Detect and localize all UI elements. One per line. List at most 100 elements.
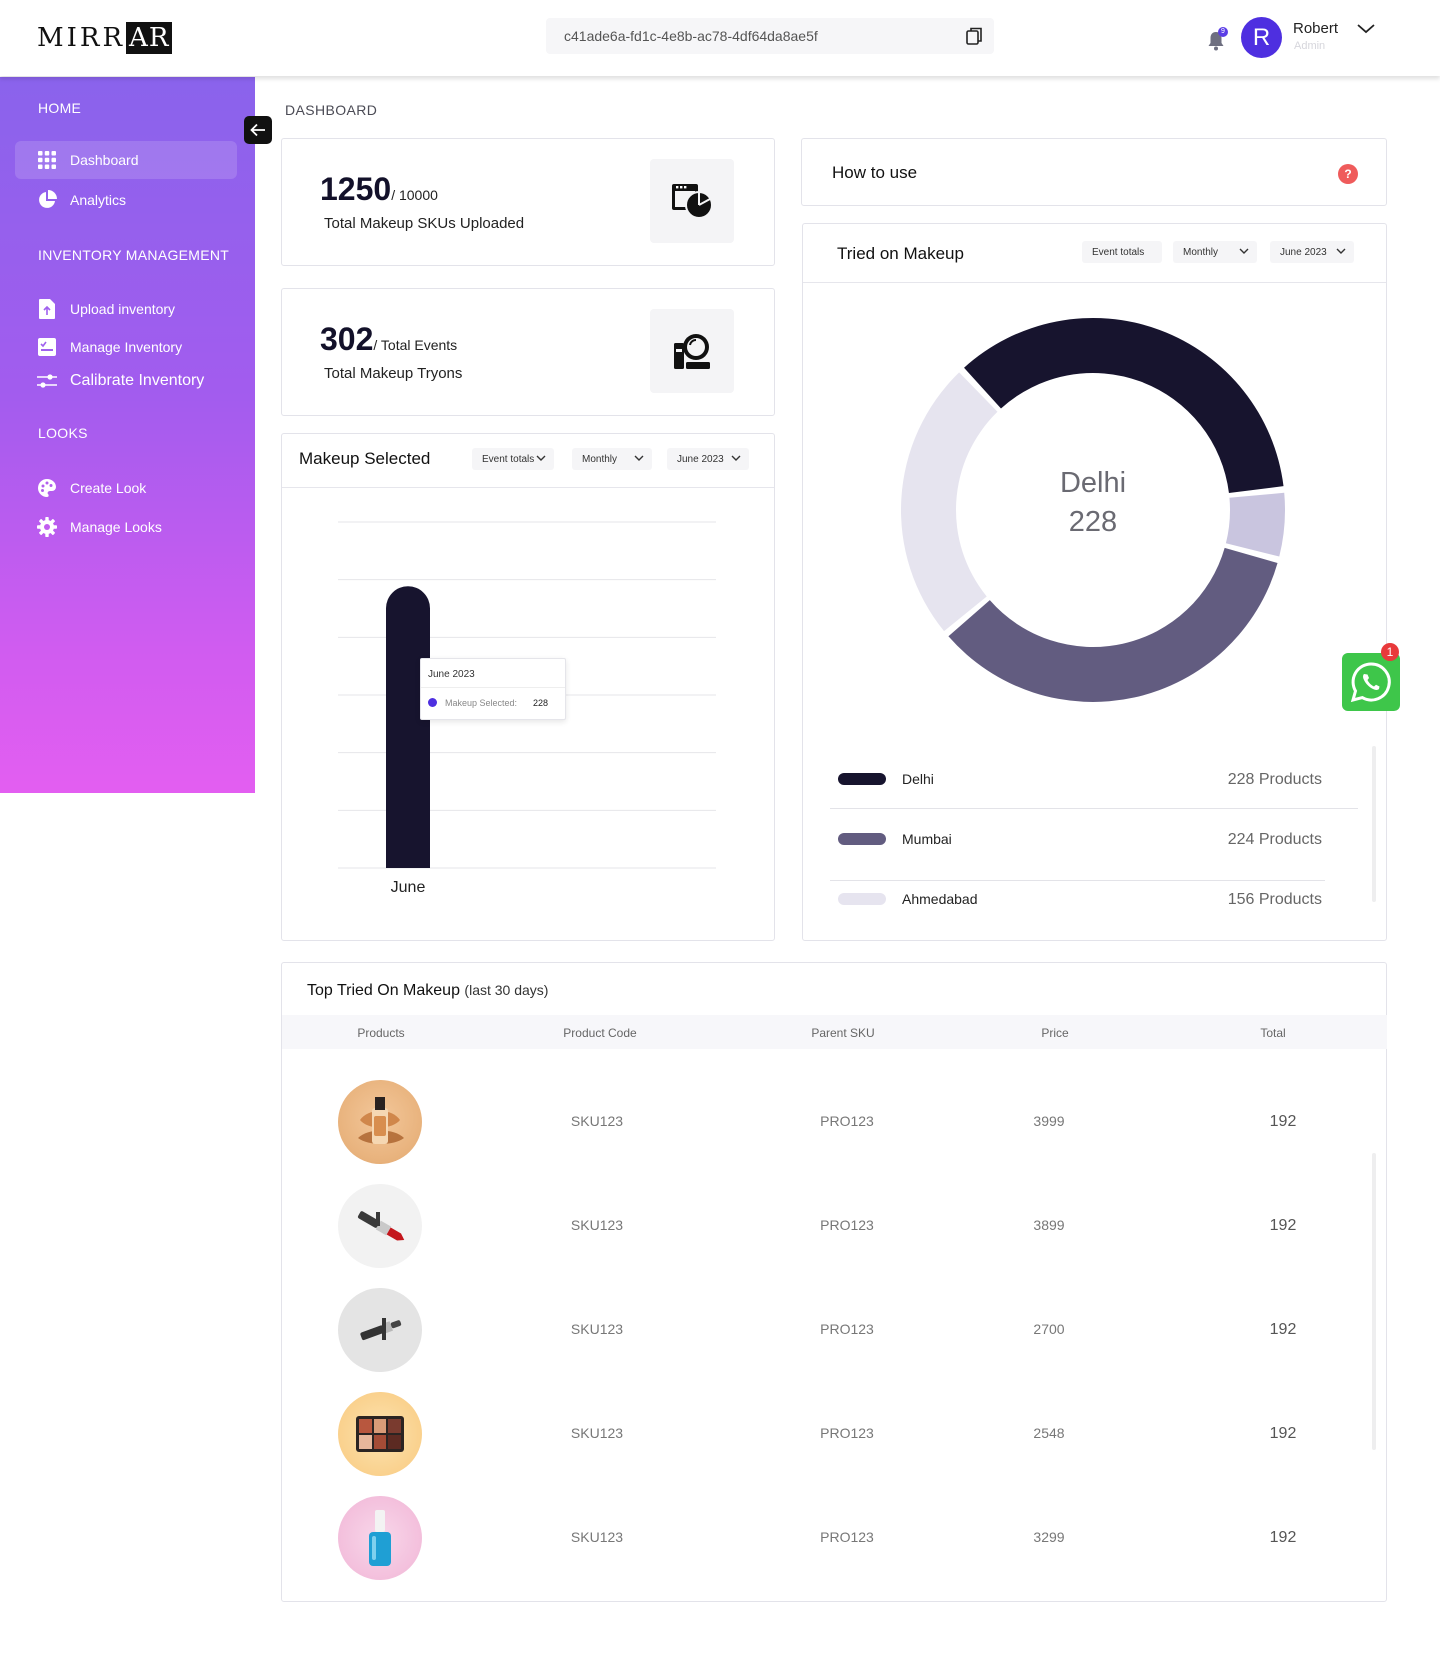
sidebar-item-analytics[interactable]: Analytics <box>15 181 237 219</box>
notification-badge: 9 <box>1218 27 1228 37</box>
sidebar-item-dashboard[interactable]: Dashboard <box>15 141 237 179</box>
sidebar: HOME Dashboard Analytics INVENTORY MANAG… <box>0 77 255 793</box>
sidebar-item-upload-inventory[interactable]: Upload inventory <box>15 290 237 328</box>
legend-scrollbar[interactable] <box>1372 746 1376 902</box>
table-row[interactable]: SKU123 PRO123 3999 192 <box>282 1070 1387 1174</box>
sidebar-item-manage-inventory[interactable]: Manage Inventory <box>15 328 237 366</box>
table-row[interactable]: SKU123 PRO123 2548 192 <box>282 1382 1387 1486</box>
legend-item: Mumbai 224 Products <box>830 821 1360 861</box>
price: 3299 <box>1033 1529 1065 1545</box>
donut-center-value: 228 <box>1068 506 1118 538</box>
table-header: Products Product Code Parent SKU Price T… <box>282 1015 1387 1049</box>
whatsapp-button[interactable] <box>1342 653 1400 711</box>
legend-value: 224 Products <box>1227 831 1322 848</box>
chevron-down-icon <box>1336 248 1346 254</box>
month-dropdown[interactable]: June 2023 <box>667 448 749 470</box>
sidebar-item-label: Calibrate Inventory <box>70 372 205 389</box>
sidebar-item-create-look[interactable]: Create Look <box>15 469 237 507</box>
chart-tooltip: June 2023 Makeup Selected: 228 <box>420 658 566 720</box>
column-header-products[interactable]: Products <box>357 1026 404 1040</box>
makeup-selected-card: Makeup Selected Event totals Monthly Jun… <box>281 433 775 941</box>
chevron-down-icon <box>536 455 546 461</box>
divider <box>803 282 1386 283</box>
session-id-field: c41ade6a-fd1c-4e8b-ac78-4df64da8ae5f <box>546 18 994 54</box>
legend-value: 228 Products <box>1227 771 1322 788</box>
table-row[interactable]: SKU123 PRO123 3899 192 <box>282 1174 1387 1278</box>
column-header-product-code[interactable]: Product Code <box>563 1026 636 1040</box>
user-name: Robert <box>1293 20 1339 37</box>
mirror-icon <box>674 334 710 369</box>
foundation-product-image <box>338 1080 422 1164</box>
tooltip-title: June 2023 <box>428 669 475 680</box>
session-id-text: c41ade6a-fd1c-4e8b-ac78-4df64da8ae5f <box>564 28 818 44</box>
legend-name: Mumbai <box>902 831 952 847</box>
top-tried-title: Top Tried On Makeup (last 30 days) <box>307 982 548 1000</box>
event-totals-dropdown[interactable]: Event totals <box>472 448 554 470</box>
how-to-use-card[interactable]: How to use <box>801 138 1387 206</box>
period-dropdown[interactable]: Monthly <box>572 448 652 470</box>
divider <box>421 687 565 688</box>
chevron-down-icon <box>634 455 644 461</box>
dropdown-label: June 2023 <box>677 453 724 465</box>
copy-icon[interactable] <box>964 26 984 46</box>
donut-slice-mumbai <box>948 547 1278 702</box>
donut-slice-light-segment <box>1225 492 1285 557</box>
tooltip-series-dot <box>428 698 437 707</box>
stat-value: 1250/ 10000 <box>320 171 438 208</box>
palette-icon <box>37 478 57 498</box>
sidebar-item-calibrate-inventory[interactable]: Calibrate Inventory <box>15 362 237 400</box>
sidebar-item-label: Manage Inventory <box>70 339 183 355</box>
parent-sku: PRO123 <box>820 1529 874 1545</box>
price: 3999 <box>1033 1113 1065 1129</box>
event-totals-dropdown[interactable]: Event totals <box>1082 241 1162 263</box>
sidebar-item-label: Analytics <box>70 192 127 208</box>
user-role: Admin <box>1294 40 1326 52</box>
top-bar: MIRR AR c41ade6a-fd1c-4e8b-ac78-4df64da8a… <box>0 0 1440 76</box>
table-scrollbar[interactable] <box>1372 1153 1376 1450</box>
arrow-left-icon <box>250 123 265 137</box>
total: 192 <box>1269 1113 1297 1130</box>
legend-item: Ahmedabad 156 Products <box>830 881 1360 921</box>
dropdown-label: Monthly <box>1183 246 1219 258</box>
parent-sku: PRO123 <box>820 1217 874 1233</box>
section-home: HOME <box>38 100 82 116</box>
product-code: SKU123 <box>570 1113 624 1129</box>
grid-icon <box>37 150 57 170</box>
section-looks: LOOKS <box>38 425 88 441</box>
tried-on-title: Tried on Makeup <box>837 244 964 263</box>
column-header-parent-sku[interactable]: Parent SKU <box>811 1026 874 1040</box>
product-code: SKU123 <box>570 1425 624 1441</box>
sidebar-item-label: Dashboard <box>70 152 139 168</box>
makeup-selected-title: Makeup Selected <box>299 449 431 468</box>
gear-icon <box>37 517 57 537</box>
month-dropdown[interactable]: June 2023 <box>1270 241 1354 263</box>
column-header-price[interactable]: Price <box>1041 1026 1068 1040</box>
collapse-sidebar-button[interactable] <box>244 116 272 144</box>
price: 3899 <box>1033 1217 1065 1233</box>
dropdown-label: June 2023 <box>1280 246 1327 258</box>
calendar-chart-icon <box>672 184 713 219</box>
logo-text: MIRR <box>37 23 126 53</box>
product-code: SKU123 <box>570 1217 624 1233</box>
pie-chart-icon <box>37 190 57 210</box>
eyeshadow-palette-product-image <box>338 1392 422 1476</box>
parent-sku: PRO123 <box>820 1321 874 1337</box>
chevron-down-icon <box>731 455 741 461</box>
avatar[interactable]: R <box>1241 17 1282 58</box>
sidebar-item-label: Manage Looks <box>70 519 162 535</box>
total: 192 <box>1269 1321 1297 1338</box>
legend-name: Delhi <box>902 771 934 787</box>
stat-suffix: / 10000 <box>391 187 438 203</box>
period-dropdown[interactable]: Monthly <box>1173 241 1257 263</box>
table-row[interactable]: SKU123 PRO123 3299 192 <box>282 1486 1387 1590</box>
table-row[interactable]: SKU123 PRO123 2700 192 <box>282 1278 1387 1382</box>
checklist-icon <box>37 337 57 357</box>
stat-icon-box <box>650 309 734 393</box>
column-header-total[interactable]: Total <box>1260 1026 1285 1040</box>
chevron-down-icon[interactable] <box>1356 22 1376 36</box>
mirrar-logo[interactable]: MIRR AR <box>37 22 173 54</box>
help-icon[interactable]: ? <box>1338 164 1358 184</box>
legend-swatch <box>838 893 886 905</box>
sidebar-item-manage-looks[interactable]: Manage Looks <box>15 508 237 546</box>
tooltip-series: Makeup Selected: <box>445 698 518 708</box>
